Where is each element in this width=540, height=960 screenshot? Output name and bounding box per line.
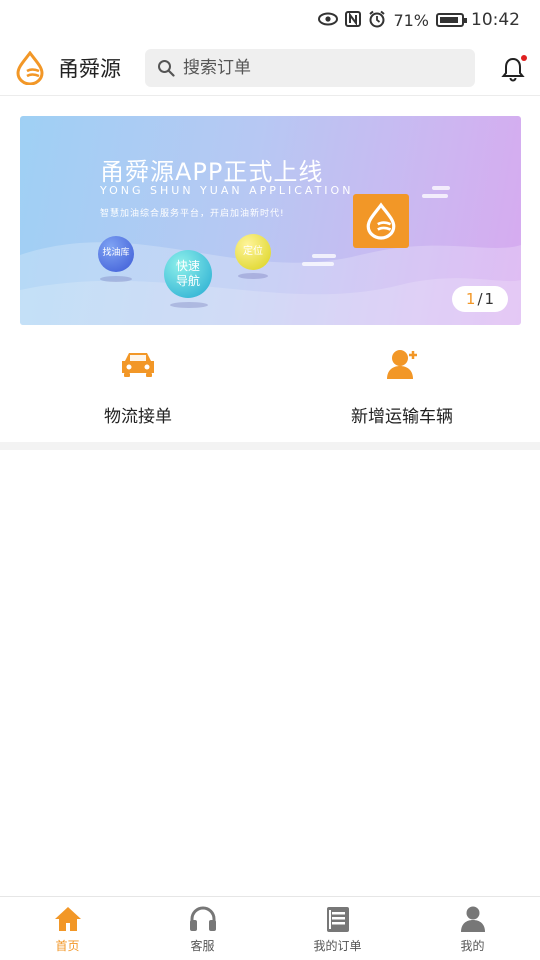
pager-separator: /	[477, 290, 483, 308]
cloud-decoration	[312, 254, 336, 258]
status-bar: 71% 10:42	[0, 0, 540, 40]
add-user-icon	[385, 340, 419, 388]
cloud-decoration	[422, 194, 448, 198]
pager-current: 1	[465, 290, 476, 308]
tab-customer-service-label: 客服	[190, 939, 215, 953]
car-icon	[119, 340, 157, 388]
bubble-shadow	[100, 276, 132, 282]
banner-title: 甬舜源APP正式上线	[100, 158, 324, 186]
home-icon	[54, 907, 81, 931]
bubble-navigation-label: 快速 导航	[175, 259, 200, 288]
bubble-navigation: 快速 导航	[164, 250, 212, 298]
alarm-icon	[368, 10, 386, 31]
search-input[interactable]	[183, 57, 453, 78]
banner-pager: 1 / 1	[452, 286, 508, 312]
search-icon	[158, 59, 175, 77]
promo-banner[interactable]: 甬舜源APP正式上线 YONG SHUN YUAN APPLICATION 智慧…	[20, 116, 521, 325]
tab-home[interactable]: 首页	[0, 897, 135, 960]
bubble-shadow	[238, 273, 268, 279]
bubble-location: 定位	[235, 234, 271, 270]
user-icon	[460, 906, 485, 932]
banner-subtitle: YONG SHUN YUAN APPLICATION	[100, 184, 354, 197]
tab-profile[interactable]: 我的	[405, 897, 540, 960]
add-vehicle-label: 新增运输车辆	[351, 407, 453, 427]
tab-my-orders[interactable]: 我的订单	[270, 897, 405, 960]
quick-actions: 物流接单 新增运输车辆	[0, 340, 540, 444]
banner-wave-decoration	[20, 242, 521, 325]
logistics-orders-label: 物流接单	[104, 407, 172, 427]
orders-icon	[326, 907, 349, 932]
pager-total: 1	[484, 290, 495, 308]
banner-description: 智慧加油综合服务平台，开启加油新时代!	[100, 209, 285, 219]
search-box[interactable]	[145, 48, 475, 87]
app-header: 甬舜源	[0, 40, 540, 96]
battery-icon	[436, 13, 467, 27]
headset-icon	[189, 906, 216, 931]
notification-dot	[521, 55, 527, 61]
eye-icon	[318, 12, 339, 29]
cloud-decoration	[432, 186, 450, 190]
logistics-orders-button[interactable]: 物流接单	[38, 340, 238, 427]
tab-my-orders-label: 我的订单	[313, 939, 362, 953]
section-divider	[0, 442, 540, 450]
bottom-tab-bar: 首页 客服 我的订单 我的	[0, 896, 540, 960]
cloud-decoration	[302, 262, 334, 266]
banner-logo-icon	[353, 194, 409, 248]
bubble-find-depot: 找油库	[98, 236, 134, 272]
nfc-icon	[345, 10, 362, 30]
tab-customer-service[interactable]: 客服	[135, 897, 270, 960]
add-vehicle-button[interactable]: 新增运输车辆	[302, 340, 502, 427]
clock: 10:42	[471, 10, 520, 30]
app-name: 甬舜源	[58, 56, 121, 81]
bubble-shadow	[170, 302, 208, 308]
battery-percent: 71%	[393, 10, 429, 30]
tab-home-label: 首页	[55, 939, 80, 953]
tab-profile-label: 我的	[460, 939, 485, 953]
app-logo-icon	[16, 50, 44, 85]
